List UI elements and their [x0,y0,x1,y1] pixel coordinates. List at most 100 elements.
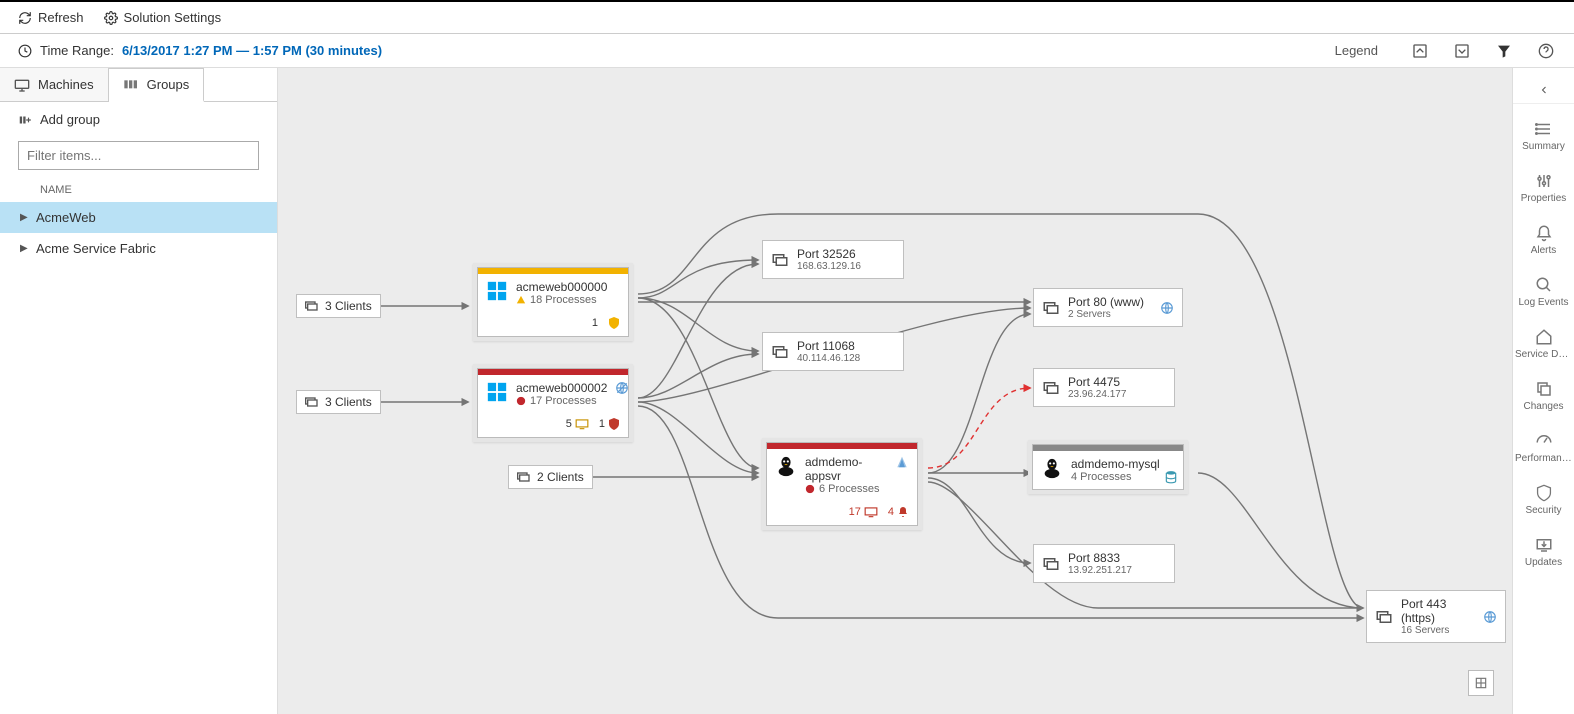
add-group-label: Add group [40,112,100,127]
rightbar-label: Alerts [1515,245,1572,256]
node-acmeweb000000[interactable]: acmeweb000000 18 Processes 1 [473,263,633,341]
node-admdemo-mysql[interactable]: admdemo-mysql 4 Processes [1028,440,1188,494]
desktop-error-icon [864,506,878,518]
sidebar-tabs: Machines Groups [0,68,277,102]
rightbar-security[interactable]: Security [1513,474,1574,526]
monitors-icon [771,344,789,360]
node-subtitle: 17 Processes [530,395,597,407]
node-clients-1[interactable]: 3 Clients [296,294,381,318]
rightbar: Summary Properties Alerts Log Events Ser… [1512,68,1574,714]
refresh-label: Refresh [38,10,84,25]
rightbar-log-events[interactable]: Log Events [1513,266,1574,318]
tab-groups[interactable]: Groups [109,68,205,102]
port-subtitle: 2 Servers [1068,309,1152,320]
gauge-icon [1534,432,1554,450]
port-title: Port 4475 [1068,375,1126,389]
windows-icon [486,381,508,403]
port-subtitle: 13.92.251.217 [1068,565,1132,576]
rightbar-label: Log Events [1515,297,1572,308]
monitors-icon [303,395,319,409]
bell-icon [897,505,909,519]
legend-button[interactable]: Legend [1335,43,1378,58]
alert-count: 1 [592,317,598,329]
sliders-icon [1534,172,1554,190]
timebar: Time Range: 6/13/2017 1:27 PM — 1:57 PM … [0,34,1574,68]
rightbar-updates[interactable]: Updates [1513,526,1574,578]
solution-settings-button[interactable]: Solution Settings [104,10,222,25]
port-subtitle: 23.96.24.177 [1068,389,1126,400]
canvas[interactable]: 3 Clients 3 Clients 2 Clients acmeweb000… [278,68,1512,714]
shield-icon [608,316,620,330]
alert-count: 17 [849,506,861,518]
node-subtitle: 6 Processes [819,483,880,495]
rightbar-label: Updates [1515,557,1572,568]
node-port-443[interactable]: Port 443 (https) 16 Servers [1366,590,1506,643]
sidebar: Machines Groups Add group NAME ▶ AcmeWeb… [0,68,278,714]
rightbar-label: Security [1515,505,1572,516]
sidebar-item-acmeweb[interactable]: ▶ AcmeWeb [0,202,277,233]
node-acmeweb000002[interactable]: acmeweb000002 17 Processes 5 1 [473,364,633,442]
refresh-icon [18,11,32,25]
help-button[interactable] [1536,41,1556,61]
globe-icon [1483,610,1497,624]
rightbar-changes[interactable]: Changes [1513,370,1574,422]
node-port-80[interactable]: Port 80 (www) 2 Servers [1033,288,1183,327]
list-item-label: Acme Service Fabric [36,241,156,256]
rightbar-summary[interactable]: Summary [1513,110,1574,162]
monitors-icon [1042,380,1060,396]
tab-groups-label: Groups [147,77,190,92]
node-port-8833[interactable]: Port 8833 13.92.251.217 [1033,544,1175,583]
desktop-warn-icon [575,418,589,430]
tab-machines[interactable]: Machines [0,68,109,101]
caret-right-icon: ▶ [20,212,28,223]
rightbar-properties[interactable]: Properties [1513,162,1574,214]
filter-button[interactable] [1494,41,1514,61]
port-subtitle: 168.63.129.16 [797,261,861,272]
node-clients-2[interactable]: 3 Clients [296,390,381,414]
download-monitor-icon [1534,536,1554,554]
windows-icon [486,280,508,302]
expand-all-button[interactable] [1452,41,1472,61]
list-header-name: NAME [0,178,277,202]
monitors-icon [1042,300,1060,316]
rightbar-label: Service Desk [1515,349,1572,360]
search-icon [1534,276,1554,294]
fit-to-screen-button[interactable] [1468,670,1494,696]
port-title: Port 80 (www) [1068,295,1152,309]
main-area: Machines Groups Add group NAME ▶ AcmeWeb… [0,68,1574,714]
copy-icon [1534,380,1554,398]
node-port-32526[interactable]: Port 32526 168.63.129.16 [762,240,904,279]
node-label: 3 Clients [325,299,372,313]
port-subtitle: 16 Servers [1401,625,1475,636]
sidebar-item-acme-service-fabric[interactable]: ▶ Acme Service Fabric [0,233,277,264]
rightbar-service-desk[interactable]: Service Desk [1513,318,1574,370]
filter-input[interactable] [18,141,259,170]
solution-settings-label: Solution Settings [124,10,222,25]
node-admdemo-appsvr[interactable]: admdemo-appsvr 6 Processes 17 4 [762,438,922,530]
node-clients-3[interactable]: 2 Clients [508,465,593,489]
tab-machines-label: Machines [38,77,94,92]
warn-icon [516,295,526,305]
gear-icon [104,11,118,25]
node-port-4475[interactable]: Port 4475 23.96.24.177 [1033,368,1175,407]
globe-icon [1160,301,1174,315]
node-label: 2 Clients [537,470,584,484]
node-subtitle: 4 Processes [1071,471,1175,483]
time-range-value[interactable]: 6/13/2017 1:27 PM — 1:57 PM (30 minutes) [122,43,382,58]
collapse-all-button[interactable] [1410,41,1430,61]
azure-icon [895,455,909,469]
alert-count: 1 [599,418,605,430]
alert-count: 5 [566,418,572,430]
caret-right-icon: ▶ [20,243,28,254]
list-item-label: AcmeWeb [36,210,96,225]
rightbar-alerts[interactable]: Alerts [1513,214,1574,266]
time-range-label: Time Range: [40,43,114,58]
port-title: Port 32526 [797,247,861,261]
node-title: admdemo-mysql [1071,457,1175,471]
rightbar-label: Performanc... [1515,453,1572,464]
node-port-11068[interactable]: Port 11068 40.114.46.128 [762,332,904,371]
rightbar-performance[interactable]: Performanc... [1513,422,1574,474]
add-group-button[interactable]: Add group [0,102,277,137]
collapse-rightbar-button[interactable] [1513,76,1574,104]
refresh-button[interactable]: Refresh [18,10,84,25]
